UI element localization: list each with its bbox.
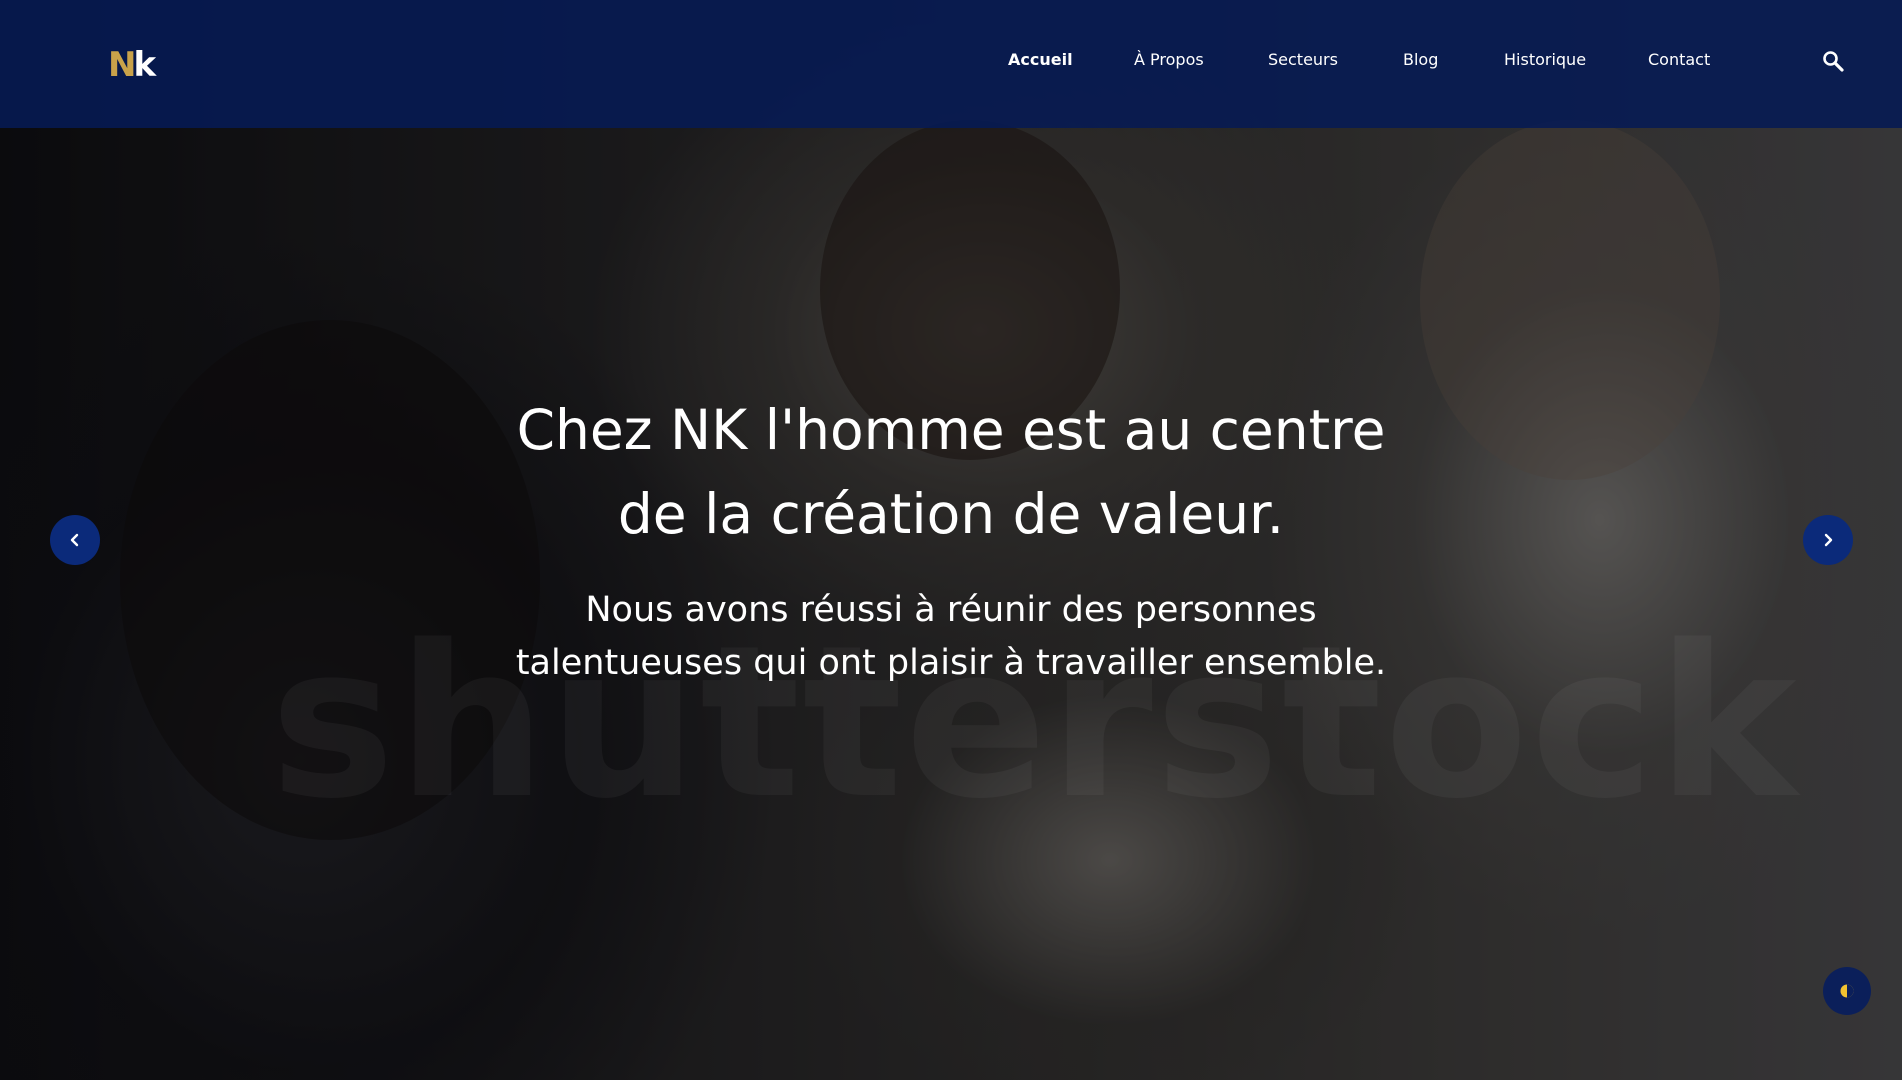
hero-subline-line: Nous avons réussi à réunir des personnes [585,590,1317,630]
nav-item-accueil[interactable]: Accueil [1008,50,1073,69]
hero-headline-line: Chez NK l'homme est au centre [516,398,1386,462]
carousel-prev-button[interactable] [50,515,100,565]
nav-item-secteurs[interactable]: Secteurs [1268,50,1338,69]
hero-headline-line: de la création de valeur. [617,482,1285,546]
main-nav: Accueil À Propos Secteurs Blog Historiqu… [1008,50,1710,69]
top-navigation-bar: N k Accueil À Propos Secteurs Blog Histo… [0,0,1902,128]
half-circle-icon [1840,984,1854,998]
chevron-right-icon [1824,533,1833,547]
nav-item-contact[interactable]: Contact [1648,50,1710,69]
search-icon[interactable] [1822,50,1844,72]
hero-subline-line: talentueuses qui ont plaisir à travaille… [515,643,1387,683]
chevron-left-icon [70,533,79,547]
logo[interactable]: N k [108,45,156,85]
logo-letter-n: N [108,45,137,85]
nav-item-a-propos[interactable]: À Propos [1134,50,1204,69]
nav-item-blog[interactable]: Blog [1403,50,1438,69]
theme-toggle-button[interactable] [1823,967,1871,1015]
hero-subline: Nous avons réussi à réunir des personnes… [451,584,1451,690]
carousel-next-button[interactable] [1803,515,1853,565]
nav-item-historique[interactable]: Historique [1504,50,1586,69]
hero-headline: Chez NK l'homme est au centre de la créa… [451,388,1451,556]
logo-letter-k: k [133,45,156,85]
